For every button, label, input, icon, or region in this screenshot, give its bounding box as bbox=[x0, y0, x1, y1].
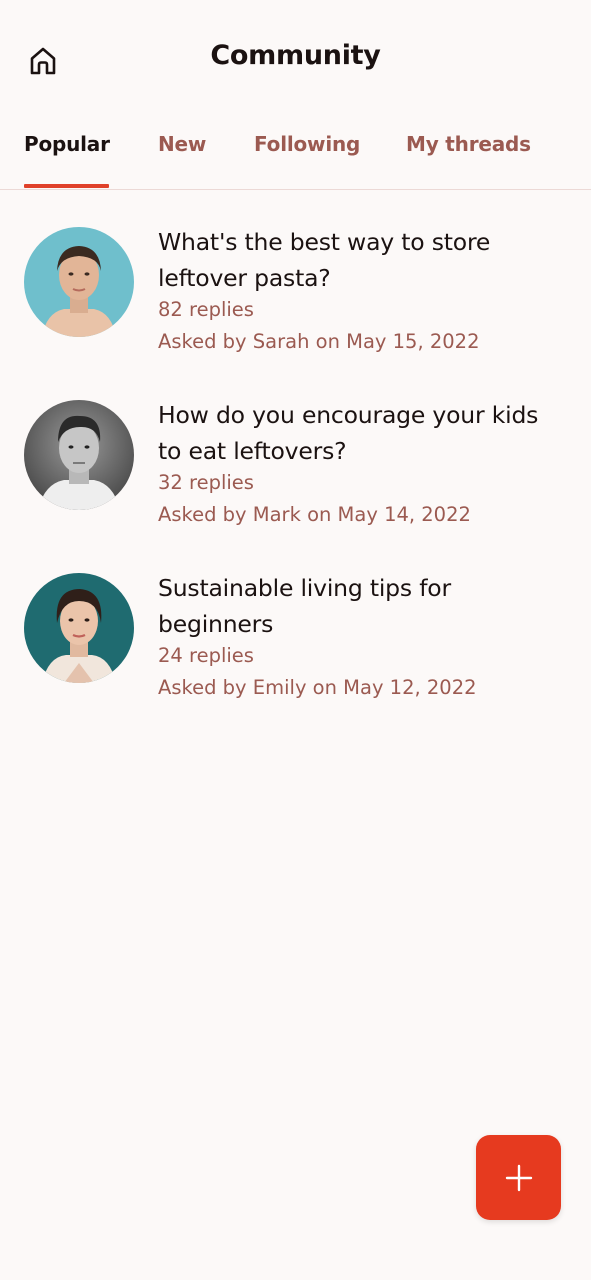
thread-title: How do you encourage your kids to eat le… bbox=[158, 401, 539, 465]
thread-meta: Asked by Emily on May 12, 2022 bbox=[158, 676, 477, 699]
reply-count: 24 replies bbox=[158, 644, 254, 667]
header: Community bbox=[0, 0, 591, 115]
thread-item[interactable]: How do you encourage your kids to eat le… bbox=[0, 363, 591, 526]
avatar bbox=[24, 227, 134, 337]
thread-meta: Asked by Mark on May 14, 2022 bbox=[158, 503, 471, 526]
tab-popular[interactable]: Popular bbox=[24, 132, 110, 156]
thread-meta: Asked by Sarah on May 15, 2022 bbox=[158, 330, 480, 353]
plus-icon bbox=[505, 1164, 532, 1191]
new-thread-button[interactable] bbox=[476, 1135, 561, 1220]
avatar bbox=[24, 573, 134, 683]
thread-item[interactable]: What's the best way to store leftover pa… bbox=[0, 190, 591, 353]
thread-item[interactable]: Sustainable living tips for beginners 24… bbox=[0, 536, 591, 699]
tab-following[interactable]: Following bbox=[254, 132, 360, 156]
page-title: Community bbox=[210, 40, 381, 71]
reply-count: 32 replies bbox=[158, 471, 254, 494]
thread-title: What's the best way to store leftover pa… bbox=[158, 228, 491, 292]
community-screen: Community Popular New Following My threa… bbox=[0, 0, 591, 1280]
thread-title: Sustainable living tips for beginners bbox=[158, 574, 451, 638]
tab-new[interactable]: New bbox=[158, 132, 206, 156]
avatar bbox=[24, 400, 134, 510]
reply-count: 82 replies bbox=[158, 298, 254, 321]
active-tab-indicator bbox=[24, 184, 109, 188]
tab-my-threads[interactable]: My threads bbox=[406, 132, 531, 156]
tab-bar: Popular New Following My threads bbox=[0, 118, 591, 190]
